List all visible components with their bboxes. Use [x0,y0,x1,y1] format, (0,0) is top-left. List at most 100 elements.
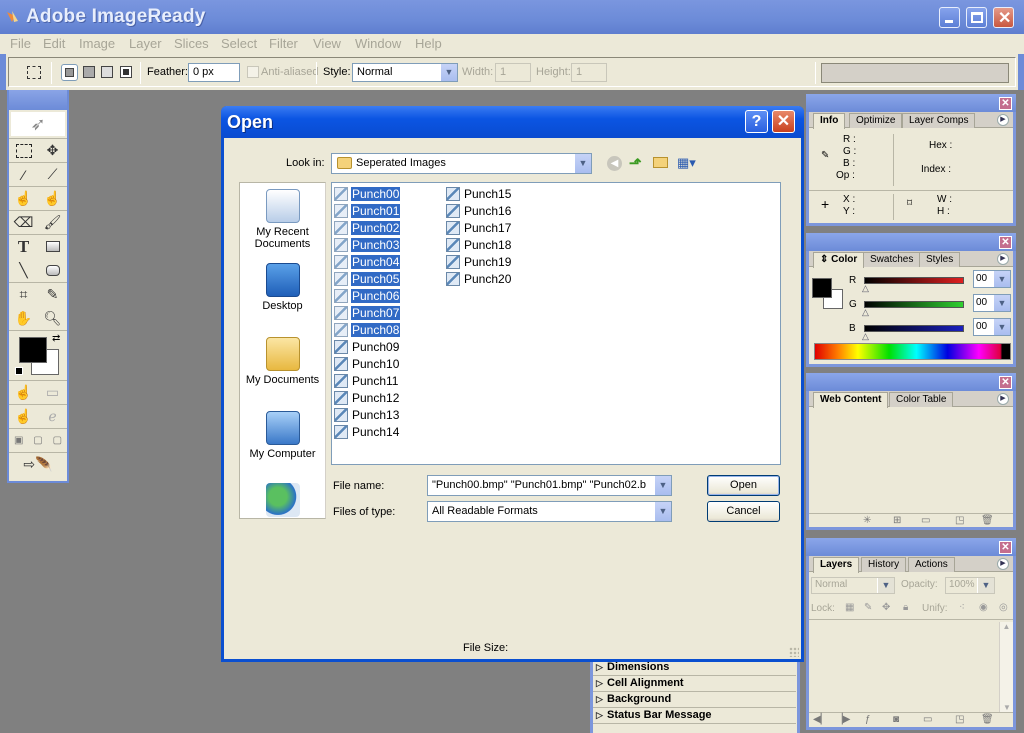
new-item-icon[interactable]: ◳ [955,515,964,526]
tab-layer-comps[interactable]: Layer Comps [902,113,976,128]
toggle-slices-visibility-icon[interactable]: ▭ [42,382,64,404]
file-item[interactable]: Punch00 [334,185,401,202]
panel-menu-icon[interactable]: ▶ [997,558,1009,570]
file-item[interactable]: Punch09 [334,338,400,355]
anti-aliased-checkbox[interactable] [247,66,259,78]
file-item[interactable]: Punch10 [334,355,400,372]
close-icon[interactable]: ✕ [999,376,1012,389]
menu-help[interactable]: Help [415,36,442,51]
swap-colors-icon[interactable]: ⇄ [52,333,60,344]
g-slider-handle[interactable]: △ [862,307,869,318]
eyedropper-tool-icon[interactable]: ✎ [42,284,64,306]
open-button[interactable]: Open [707,475,780,496]
r-slider[interactable] [864,277,964,284]
file-item[interactable]: Punch20 [446,270,512,287]
b-value-input[interactable]: 00 ▼ [973,318,1011,336]
dialog-titlebar[interactable]: Open ? ✕ [221,106,804,138]
panel-menu-icon[interactable]: ▶ [997,393,1009,405]
section-background[interactable]: Background [593,692,796,708]
slice-tool-icon[interactable]: ⁄ [13,164,35,186]
rectangle-marquee-tool[interactable] [13,140,35,162]
standard-screen-mode-icon[interactable]: ▣ [9,430,28,452]
intersect-selection-button[interactable] [120,66,132,78]
section-cell-alignment[interactable]: Cell Alignment [593,676,796,692]
slice-select-tool-icon[interactable]: ⟋ [42,164,64,186]
web-content-panel-titlebar[interactable]: ✕ [806,373,1016,391]
layers-panel-titlebar[interactable]: ✕ [806,538,1016,556]
line-tool-icon[interactable]: ╲ [13,259,35,281]
tab-layers[interactable]: Layers [813,557,860,573]
next-frame-icon[interactable]: ▕▶ [835,714,850,725]
image-map-tool-icon[interactable]: ☝ [13,188,35,210]
file-item[interactable]: Punch13 [334,406,400,423]
marquee-tool-preset-icon[interactable] [27,66,41,79]
panel-menu-icon[interactable]: ▶ [997,114,1009,126]
r-value-input[interactable]: 00 ▼ [973,270,1011,288]
preview-in-browser-icon[interactable]: ℯ [42,406,64,428]
section-status-bar-message[interactable]: Status Bar Message [593,708,796,724]
file-list[interactable]: Punch00 Punch01 Punch02 Punch03 Punch04 Punch… [331,182,781,465]
file-item[interactable]: Punch01 [334,202,401,219]
rounded-rectangle-tool-icon[interactable] [42,259,64,281]
toggle-image-map-visibility-icon[interactable]: ☝ [13,382,35,404]
jump-to-photoshop-icon[interactable]: ⇨🪶 [16,454,60,476]
opacity-input[interactable]: 100% ▼ [945,577,995,594]
trash-icon[interactable]: 🗑︎ [981,714,994,725]
g-slider[interactable] [864,301,964,308]
crop-tool-icon[interactable]: ⌗ [13,284,35,306]
tab-color-table[interactable]: Color Table [889,392,954,407]
file-item[interactable]: Punch19 [446,253,512,270]
lock-transparency-icon[interactable]: ▦ [845,602,854,613]
resize-grip[interactable] [789,647,799,657]
width-input[interactable]: 1 [495,63,531,82]
color-panel-titlebar[interactable]: ✕ [806,233,1016,251]
move-tool-icon[interactable]: ✥ [42,140,64,162]
file-item[interactable]: Punch06 [334,287,401,304]
full-screen-mode-icon[interactable]: ▢ [48,430,67,452]
place-my-computer[interactable]: My Computer [240,411,325,460]
style-select[interactable]: Normal ▼ [352,63,458,82]
g-value-input[interactable]: 00 ▼ [973,294,1011,312]
file-item[interactable]: Punch16 [446,202,512,219]
type-tool-icon[interactable]: T [13,236,35,258]
tab-color[interactable]: ⇕ Color [813,252,865,268]
close-icon[interactable]: ✕ [999,541,1012,554]
layers-scrollbar[interactable]: ▲ ▼ [999,622,1013,712]
dialog-close-button[interactable]: ✕ [772,110,795,133]
add-to-selection-button[interactable] [83,66,95,78]
foreground-color-swatch[interactable] [19,337,47,363]
file-item[interactable]: Punch14 [334,423,400,440]
tab-history[interactable]: History [861,557,907,572]
file-item[interactable]: Punch15 [446,185,512,202]
file-item[interactable]: Punch05 [334,270,401,287]
close-button[interactable]: ✕ [993,7,1014,28]
menu-window[interactable]: Window [355,36,401,51]
new-selection-button[interactable] [61,64,78,81]
cancel-button[interactable]: Cancel [707,501,780,522]
place-my-documents[interactable]: My Documents [240,337,325,386]
lock-all-icon[interactable]: 🔒︎ [903,602,908,613]
file-item[interactable]: Punch07 [334,304,401,321]
r-slider-handle[interactable]: △ [862,283,869,294]
new-folder-icon[interactable] [653,157,668,168]
full-screen-menu-mode-icon[interactable]: ▢ [28,430,47,452]
foreground-color-swatch[interactable] [812,278,832,298]
info-panel-titlebar[interactable]: ✕ [806,94,1016,112]
file-item[interactable]: Punch08 [334,321,401,338]
file-item[interactable]: Punch04 [334,253,401,270]
brush-tool-icon[interactable]: 🖌 [42,212,64,234]
panel-menu-icon[interactable]: ▶ [997,253,1009,265]
place-my-network-places[interactable] [240,483,325,520]
unify-visibility-icon[interactable]: ◉ [979,602,988,613]
zoom-tool-icon[interactable]: 🔍︎ [42,307,64,329]
tab-swatches[interactable]: Swatches [863,252,921,267]
close-icon[interactable]: ✕ [999,236,1012,249]
file-item[interactable]: Punch18 [446,236,512,253]
menu-layer[interactable]: Layer [129,36,162,51]
back-icon[interactable]: ◀ [607,156,622,171]
file-item[interactable]: Punch11 [334,372,399,389]
menu-view[interactable]: View [313,36,341,51]
unify-style-icon[interactable]: ◎ [999,602,1008,613]
eraser-tool-icon[interactable]: ⌫ [13,212,35,234]
file-item[interactable]: Punch02 [334,219,401,236]
